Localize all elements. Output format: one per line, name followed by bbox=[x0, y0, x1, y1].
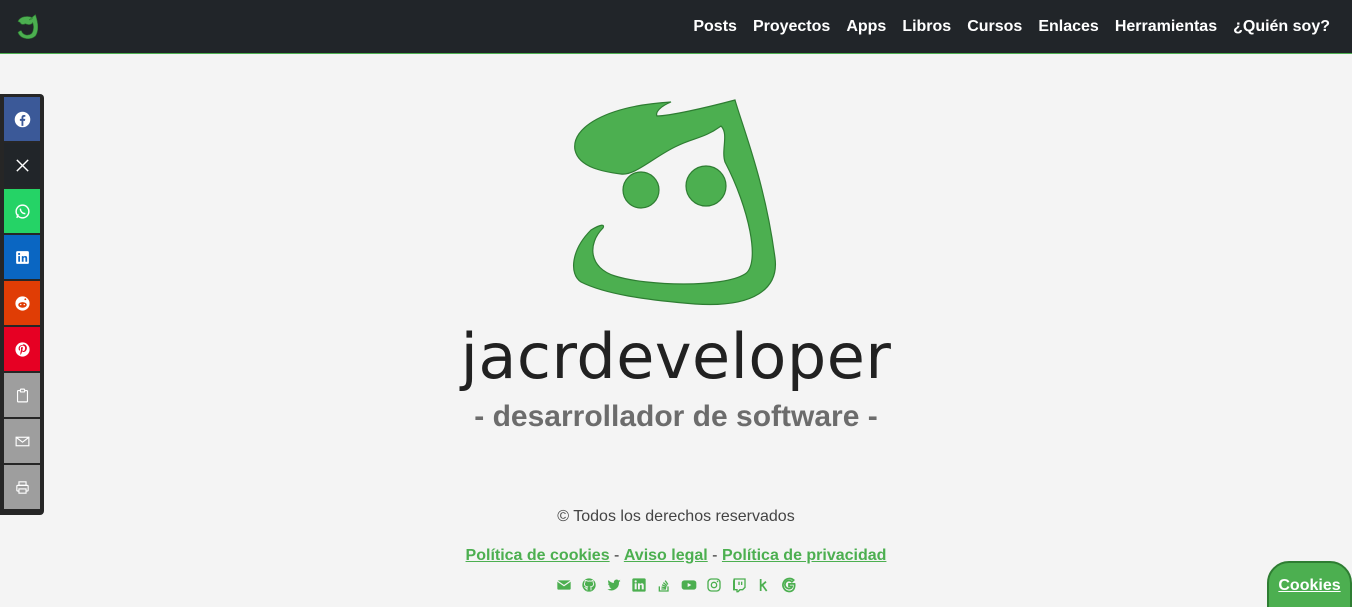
social-github-link[interactable] bbox=[580, 576, 598, 594]
share-print-button[interactable] bbox=[4, 465, 40, 509]
nav-apps[interactable]: Apps bbox=[846, 18, 886, 36]
nav-herramientas[interactable]: Herramientas bbox=[1115, 18, 1217, 36]
youtube-icon bbox=[681, 580, 696, 590]
top-navbar: Posts Proyectos Apps Libros Cursos Enlac… bbox=[0, 0, 1352, 54]
share-whatsapp-button[interactable] bbox=[4, 189, 40, 233]
email-icon bbox=[15, 436, 29, 446]
share-reddit-button[interactable] bbox=[4, 281, 40, 325]
instagram-icon bbox=[706, 578, 721, 592]
email-icon bbox=[556, 580, 571, 590]
social-kofi-link[interactable] bbox=[755, 576, 773, 594]
cookies-button[interactable]: Cookies bbox=[1267, 561, 1352, 607]
social-twitter-link[interactable] bbox=[605, 576, 623, 594]
social-twitch-link[interactable] bbox=[730, 576, 748, 594]
social-instagram-link[interactable] bbox=[705, 576, 723, 594]
social-google-link[interactable] bbox=[780, 576, 798, 594]
nav-links: Posts Proyectos Apps Libros Cursos Enlac… bbox=[693, 0, 1330, 53]
kofi-icon bbox=[759, 579, 767, 592]
print-icon bbox=[15, 480, 29, 494]
linkedin-icon bbox=[15, 250, 29, 264]
nav-libros[interactable]: Libros bbox=[902, 18, 951, 36]
share-sidebar bbox=[0, 94, 44, 515]
site-logo-icon[interactable] bbox=[13, 13, 41, 41]
share-x-button[interactable] bbox=[4, 143, 40, 187]
privacy-policy-link[interactable]: Política de privacidad bbox=[722, 547, 887, 564]
social-linkedin-link[interactable] bbox=[630, 576, 648, 594]
nav-cursos[interactable]: Cursos bbox=[967, 18, 1022, 36]
share-facebook-button[interactable] bbox=[4, 97, 40, 141]
nav-enlaces[interactable]: Enlaces bbox=[1038, 18, 1098, 36]
social-email-link[interactable] bbox=[555, 576, 573, 594]
hero-logo-icon bbox=[573, 99, 777, 306]
whatsapp-icon bbox=[14, 203, 30, 219]
linkedin-icon bbox=[631, 578, 646, 592]
legal-links: Política de cookies - Aviso legal - Polí… bbox=[0, 547, 1352, 565]
twitter-icon bbox=[606, 579, 621, 591]
share-linkedin-button[interactable] bbox=[4, 235, 40, 279]
social-stackoverflow-link[interactable] bbox=[655, 576, 673, 594]
nav-quien-soy[interactable]: ¿Quién soy? bbox=[1233, 18, 1330, 36]
google-icon bbox=[781, 577, 796, 593]
copyright-text: © Todos los derechos reservados bbox=[557, 508, 795, 525]
nav-posts[interactable]: Posts bbox=[693, 18, 737, 36]
cookies-button-label: Cookies bbox=[1278, 577, 1341, 594]
x-icon bbox=[15, 158, 29, 172]
github-icon bbox=[581, 578, 596, 592]
facebook-icon bbox=[14, 111, 30, 127]
legal-separator: - bbox=[707, 547, 722, 564]
twitch-icon bbox=[732, 578, 746, 593]
reddit-icon bbox=[14, 295, 30, 311]
cookies-policy-link[interactable]: Política de cookies bbox=[466, 547, 610, 564]
legal-separator: - bbox=[609, 547, 624, 564]
site-tagline: - desarrollador de software - bbox=[474, 400, 878, 433]
nav-proyectos[interactable]: Proyectos bbox=[753, 18, 830, 36]
legal-notice-link[interactable]: Aviso legal bbox=[624, 547, 708, 564]
site-title: jacrdeveloper bbox=[460, 320, 892, 393]
stackoverflow-icon bbox=[658, 580, 669, 592]
social-links bbox=[0, 576, 1352, 594]
social-youtube-link[interactable] bbox=[680, 576, 698, 594]
